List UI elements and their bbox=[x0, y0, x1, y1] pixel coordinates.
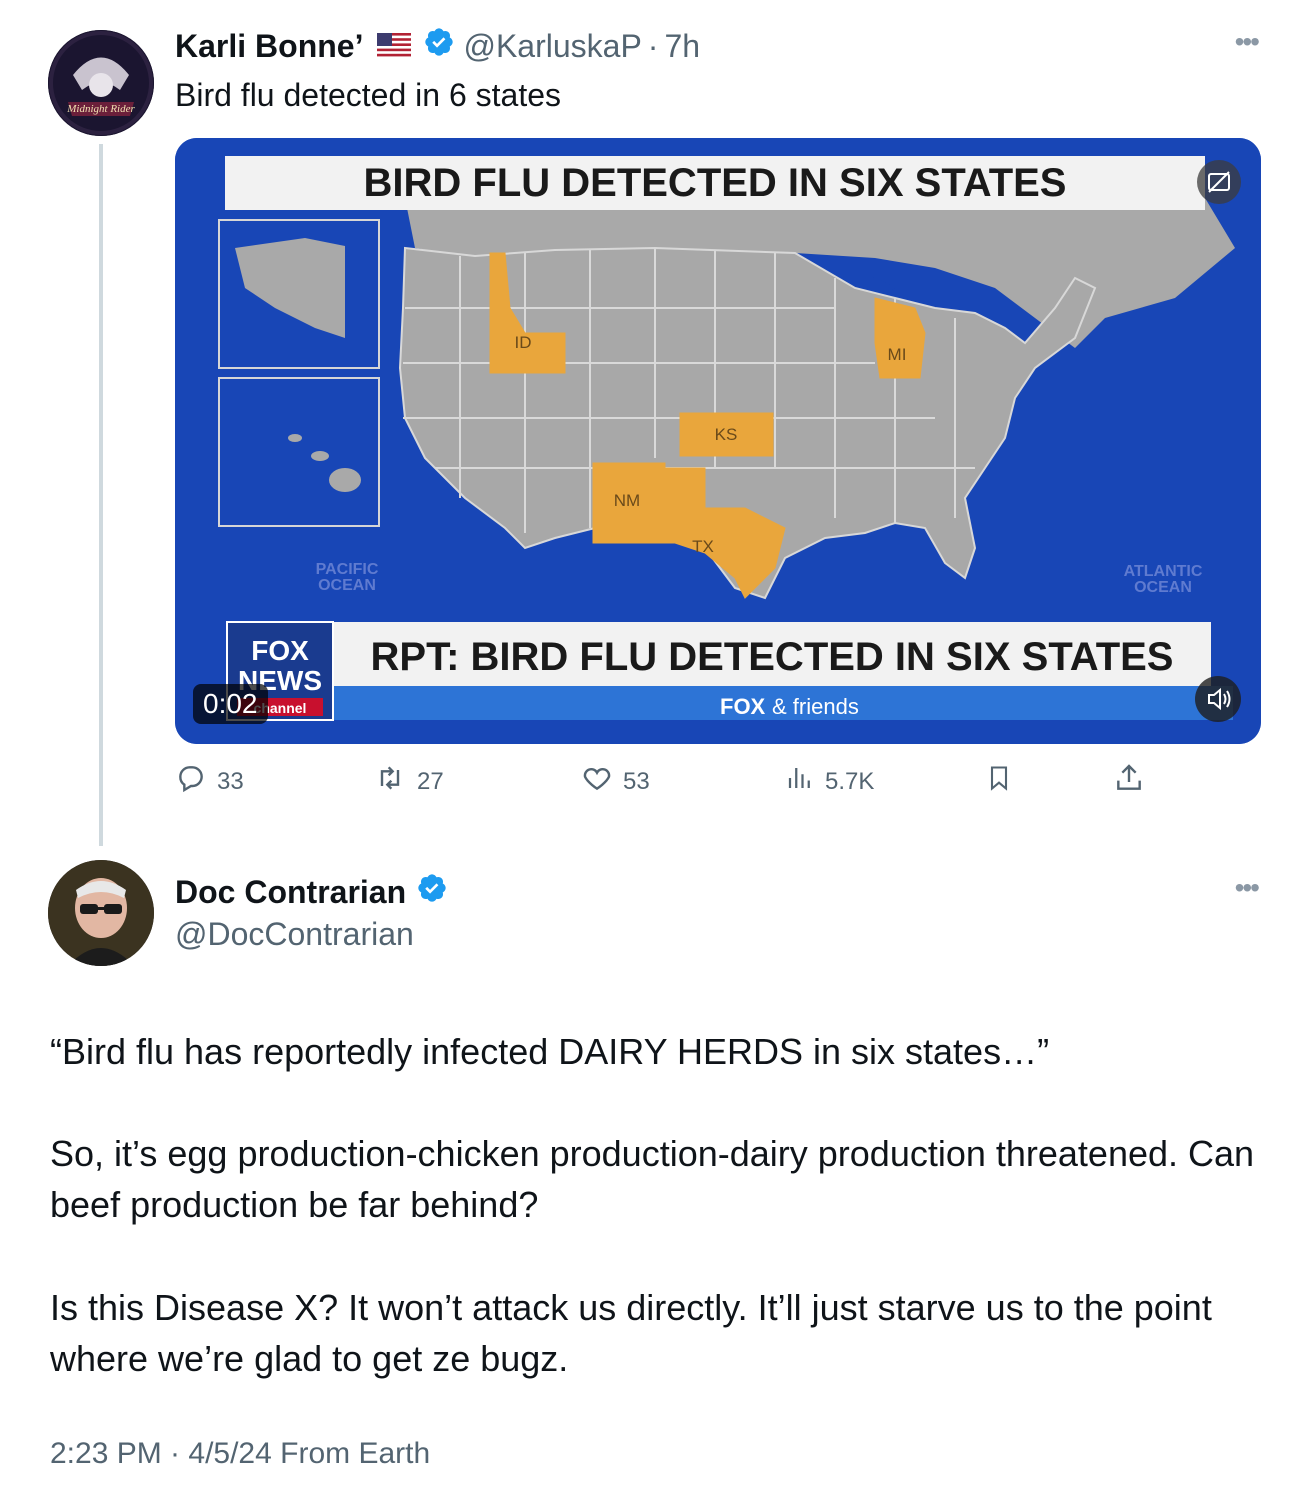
video-elapsed-time: 0:02 bbox=[193, 684, 268, 724]
more-options-icon[interactable]: ••• bbox=[1235, 872, 1260, 904]
state-label-ks: KS bbox=[715, 425, 738, 444]
bookmark-button[interactable] bbox=[985, 762, 1023, 801]
ocean-label-atlantic-2: OCEAN bbox=[1134, 579, 1192, 596]
avatar-karli-bonne[interactable]: Midnight Rider bbox=[48, 30, 154, 136]
author-name[interactable]: Karli Bonne’ bbox=[175, 28, 363, 65]
author-name[interactable]: Doc Contrarian bbox=[175, 874, 406, 911]
fox-logo-line1: FOX bbox=[251, 635, 309, 666]
tweet-time[interactable]: 7h bbox=[664, 28, 700, 65]
ocean-label-atlantic-1: ATLANTIC bbox=[1124, 563, 1203, 580]
tweet2-header: Doc Contrarian bbox=[175, 872, 448, 912]
show-name-friends: & friends bbox=[772, 694, 859, 719]
views-count: 5.7K bbox=[825, 767, 875, 795]
tweet1-text: Bird flu detected in 6 states bbox=[175, 77, 561, 113]
like-button[interactable]: 53 bbox=[581, 762, 650, 801]
state-label-mi: MI bbox=[888, 345, 907, 364]
tweet-timestamp-footer[interactable]: 2:23 PM · 4/5/24 From Earth bbox=[50, 1437, 430, 1471]
author-handle[interactable]: @KarluskaP bbox=[463, 28, 641, 65]
state-label-nm: NM bbox=[614, 491, 640, 510]
share-button[interactable] bbox=[1113, 762, 1155, 801]
repost-count: 27 bbox=[417, 767, 444, 795]
show-name-fox: FOX bbox=[720, 694, 766, 719]
map-graphic: ID KS NM TX MI PACIFIC OCEAN ATLANTIC OC… bbox=[175, 138, 1261, 744]
state-label-id: ID bbox=[515, 333, 532, 352]
reply-icon bbox=[175, 762, 217, 801]
tweet2-paragraph-1: “Bird flu has reportedly infected DAIRY … bbox=[50, 1031, 1050, 1072]
repost-icon bbox=[373, 762, 417, 801]
video-headline-bottom: RPT: BIRD FLU DETECTED IN SIX STATES bbox=[371, 635, 1174, 679]
thread-connector-line bbox=[99, 144, 103, 846]
state-label-tx: TX bbox=[692, 537, 714, 556]
tweet-action-bar: 33 27 53 5.7K bbox=[175, 762, 1261, 802]
ocean-label-pacific-1: PACIFIC bbox=[316, 561, 379, 578]
more-options-icon[interactable]: ••• bbox=[1235, 26, 1260, 58]
captions-icon[interactable] bbox=[1197, 160, 1241, 204]
avatar-doc-contrarian[interactable] bbox=[48, 860, 154, 966]
share-icon bbox=[1113, 762, 1155, 801]
us-flag-icon bbox=[377, 28, 412, 65]
bookmark-icon bbox=[985, 762, 1023, 801]
author-handle[interactable]: @DocContrarian bbox=[175, 916, 414, 953]
separator-dot: · bbox=[647, 27, 659, 64]
views-button[interactable]: 5.7K bbox=[785, 762, 874, 801]
like-count: 53 bbox=[623, 767, 650, 795]
verified-badge-icon bbox=[423, 26, 455, 66]
tweet2-paragraph-3: Is this Disease X? It won’t attack us di… bbox=[50, 1287, 1212, 1379]
reply-count: 33 bbox=[217, 767, 244, 795]
ocean-label-pacific-2: OCEAN bbox=[318, 577, 376, 594]
svg-text:Midnight Rider: Midnight Rider bbox=[66, 103, 135, 115]
verified-badge-icon bbox=[416, 872, 448, 912]
video-player[interactable]: ID KS NM TX MI PACIFIC OCEAN ATLANTIC OC… bbox=[175, 138, 1261, 744]
analytics-bars-icon bbox=[785, 762, 825, 801]
tweet2-paragraph-2: So, it’s egg production-chicken producti… bbox=[50, 1133, 1255, 1225]
tweet1-header: Karli Bonne’ @KarluskaP · 7h bbox=[175, 26, 700, 66]
video-headline-top: BIRD FLU DETECTED IN SIX STATES bbox=[364, 161, 1067, 205]
mute-icon[interactable] bbox=[1195, 676, 1241, 722]
heart-icon bbox=[581, 762, 623, 801]
repost-button[interactable]: 27 bbox=[373, 762, 444, 801]
reply-button[interactable]: 33 bbox=[175, 762, 244, 801]
